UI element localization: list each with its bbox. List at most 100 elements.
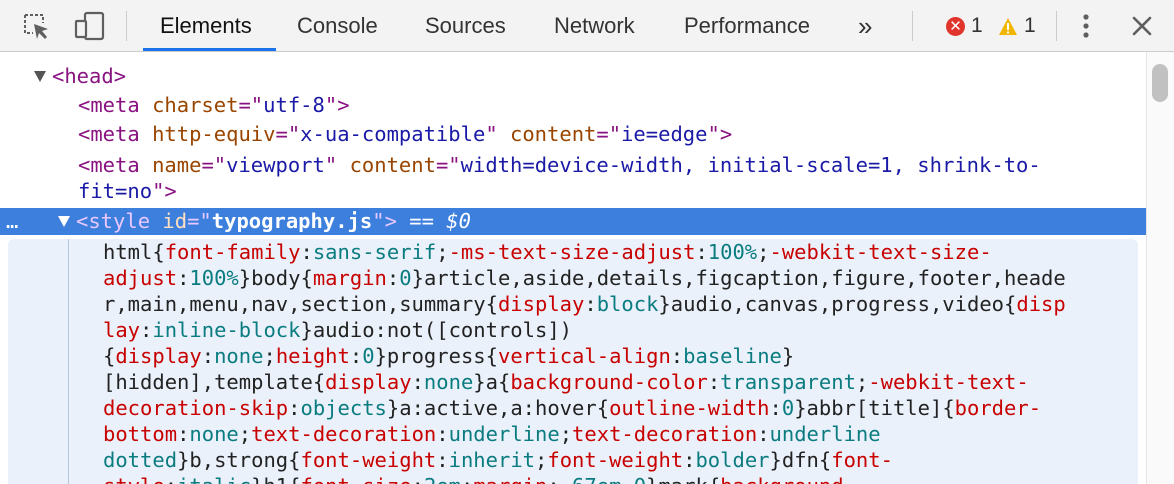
css-token: margin — [473, 474, 547, 484]
css-token: a — [485, 370, 498, 394]
tree-node-meta-viewport-wrap: fit=no"> — [78, 179, 177, 203]
devtools-toolbar: Elements Console Sources Network Perform… — [0, 0, 1174, 52]
css-token: : — [165, 474, 177, 484]
css-token: } — [374, 344, 387, 368]
collapse-arrow-icon[interactable] — [58, 216, 70, 227]
css-line: bottom:none;text-decoration:underline;te… — [103, 421, 881, 447]
tree-node-meta-http-equiv[interactable]: <meta http-equiv="x-ua-compatible" conte… — [78, 121, 732, 147]
attr-name: id — [162, 209, 188, 233]
css-token: underline — [448, 422, 560, 446]
css-token: { — [596, 396, 610, 420]
error-counter[interactable]: ✕ 1 — [946, 13, 983, 39]
attr-value: ie=edge — [621, 122, 708, 146]
css-token: { — [103, 344, 116, 368]
css-line: dotted}b,strong{font-weight:inherit;font… — [103, 447, 893, 473]
tab-console[interactable]: Console — [297, 0, 378, 52]
css-token: ; — [263, 344, 276, 368]
tab-sources[interactable]: Sources — [425, 0, 506, 52]
indent-guide — [68, 239, 69, 484]
css-token: none — [423, 370, 474, 394]
scrollbar-thumb[interactable] — [1152, 64, 1168, 102]
css-token: 0 — [362, 344, 375, 368]
css-token: body — [251, 266, 301, 290]
tag-name: meta — [90, 93, 140, 117]
css-token: { — [288, 448, 301, 472]
css-line: decoration-skip:objects}a:active,a:hover… — [103, 395, 1041, 421]
css-token: { — [300, 266, 313, 290]
css-token: } — [658, 292, 671, 316]
css-token: h1 — [263, 474, 288, 484]
close-icon[interactable] — [1126, 10, 1158, 42]
active-tab-indicator — [143, 48, 276, 51]
css-token: background-color — [510, 370, 708, 394]
attr-value: fit=no — [78, 179, 153, 203]
css-token: adjust — [103, 266, 178, 290]
css-line: r,main,menu,nav,section,summary{display:… — [103, 291, 1066, 317]
css-token: } — [781, 344, 795, 368]
tree-node-head[interactable]: <head> — [52, 63, 126, 89]
css-token: underline — [769, 422, 881, 446]
css-token: .67em 0 — [560, 474, 646, 484]
css-token: } — [769, 448, 782, 472]
css-token: vertical-align — [498, 344, 671, 368]
device-toggle-icon[interactable] — [70, 10, 110, 42]
css-token: { — [288, 474, 300, 484]
toolbar-separator — [912, 11, 913, 41]
inspect-cursor-icon[interactable] — [18, 10, 54, 42]
css-token: : — [695, 240, 708, 264]
css-token: r,main,menu,nav,section,summary — [103, 292, 486, 316]
css-line: [hidden],template{display:none}a{backgro… — [103, 369, 1029, 395]
attr-value: x-ua-compatible — [300, 122, 486, 146]
tag-name: style — [88, 209, 151, 233]
css-token: { — [708, 474, 720, 484]
tab-elements[interactable]: Elements — [160, 0, 252, 52]
css-token: display — [115, 344, 202, 368]
css-token: { — [1004, 292, 1017, 316]
elements-tree: <head> <meta charset="utf-8"> <meta http… — [0, 52, 1146, 484]
css-token: -webkit-text-size- — [769, 240, 992, 264]
toolbar-separator — [126, 11, 127, 41]
css-token: : — [769, 396, 782, 420]
console-ref: $0 — [446, 209, 471, 233]
tree-node-meta-charset[interactable]: <meta charset="utf-8"> — [78, 92, 350, 118]
css-line: html{font-family:sans-serif;-ms-text-siz… — [103, 239, 992, 265]
scrollbar-track[interactable] — [1146, 52, 1174, 484]
css-token: block — [596, 292, 659, 316]
kebab-menu-icon[interactable] — [1072, 10, 1100, 42]
css-token: : — [707, 370, 721, 394]
css-token: { — [152, 240, 165, 264]
css-token: transparent — [720, 370, 856, 394]
css-token: 0 — [399, 266, 412, 290]
warning-counter[interactable]: 1 — [998, 13, 1036, 39]
error-icon: ✕ — [946, 16, 965, 36]
tag-name: meta — [90, 153, 140, 177]
css-token: ; — [757, 240, 770, 264]
attr-name: http-equiv — [152, 122, 276, 146]
tab-network[interactable]: Network — [554, 0, 635, 52]
css-token: disp — [1016, 292, 1066, 316]
attr-name: content — [349, 153, 436, 177]
warning-count: 1 — [1024, 14, 1036, 37]
css-token: : — [411, 370, 424, 394]
css-token: { — [485, 344, 498, 368]
css-token: dfn — [781, 448, 819, 472]
tab-performance[interactable]: Performance — [684, 0, 810, 52]
node-actions-ellipsis[interactable]: … — [6, 208, 18, 234]
tree-node-style: <style id="typography.js"> == $0 — [76, 209, 471, 233]
attr-name: name — [152, 153, 202, 177]
css-token: : — [412, 474, 424, 484]
selected-tree-node[interactable]: … <style id="typography.js"> == $0 — [0, 208, 1146, 235]
css-token: : — [547, 474, 559, 484]
css-token: : — [386, 266, 400, 290]
more-tabs-button[interactable]: » — [858, 0, 872, 52]
tree-node-meta-viewport[interactable]: <meta name="viewport" content="width=dev… — [78, 152, 1041, 178]
css-token: margin — [312, 266, 387, 290]
expand-arrow-icon[interactable] — [34, 71, 46, 82]
css-token: font-weight — [547, 448, 684, 472]
css-token: } — [386, 396, 400, 420]
css-token: bolder — [695, 448, 770, 472]
warning-icon — [999, 17, 1017, 35]
css-token: article,aside,details,figcaption,figure,… — [423, 266, 1066, 290]
css-token: text-decoration — [572, 422, 758, 446]
css-token: baseline — [683, 344, 782, 368]
